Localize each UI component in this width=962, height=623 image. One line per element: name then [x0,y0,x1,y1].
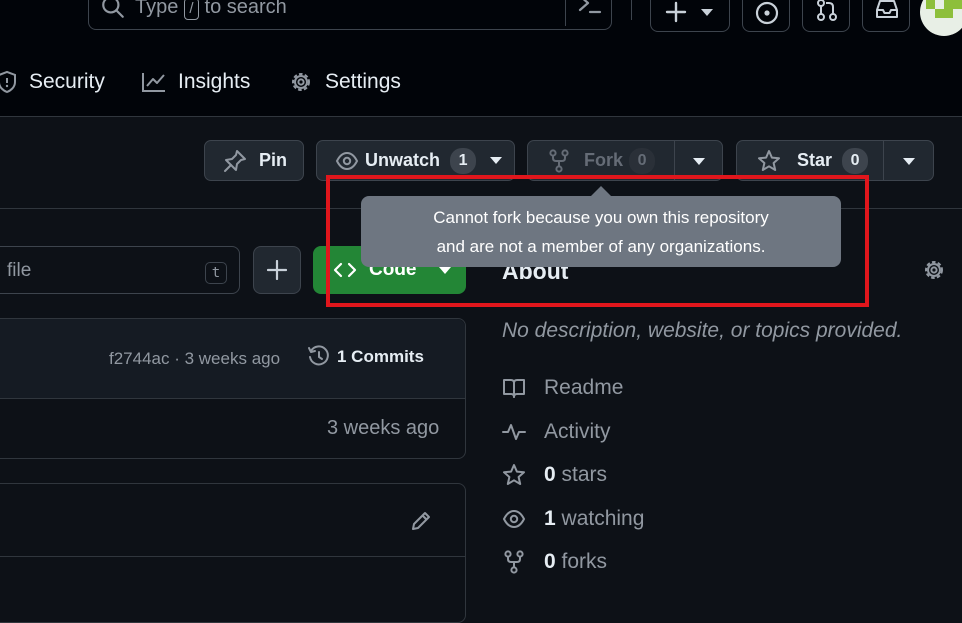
readme-header-divider [0,556,465,557]
issue-icon [754,0,780,26]
tab-settings[interactable]: Settings [288,63,401,101]
tab-insights[interactable]: Insights [141,63,250,101]
watching-link[interactable]: 1 watching [502,507,644,531]
pin-button[interactable]: Pin [204,140,304,181]
eye-icon [502,509,526,529]
shortcut-key-badge: t [205,262,227,284]
forks-count: 0 [544,550,556,573]
search-placeholder: Type / to search [135,0,287,20]
tab-security-label: Security [29,70,105,93]
stars-label: stars [561,463,608,486]
search-suffix: to search [204,0,287,18]
chevron-down-icon [490,157,503,164]
add-file-button[interactable] [253,246,301,294]
commits-label: 1 Commits [337,347,424,366]
fork-label: Fork [584,150,624,170]
search-prefix: Type [135,0,179,18]
command-palette-icon[interactable] [577,0,603,16]
issues-button[interactable] [742,0,790,32]
pulse-icon [502,421,526,443]
forks-link[interactable]: 0 forks [502,550,607,574]
star-label: Star [797,150,833,170]
latest-commit-row: f2744ac · 3 weeks ago 1 Commits [0,319,465,399]
commit-info: f2744ac · 3 weeks ago [109,349,281,368]
file-row-time: 3 weeks ago [327,417,440,439]
star-split-divider [883,141,884,180]
inbox-button[interactable] [862,0,910,32]
go-to-file-input[interactable]: file t [0,246,240,294]
tab-security[interactable]: Security [0,63,105,101]
pin-icon [223,149,247,173]
tab-settings-label: Settings [325,70,401,93]
create-new-button[interactable] [650,0,730,32]
chevron-down-icon[interactable] [903,158,915,165]
search-shortcut-key: / [184,0,199,20]
fork-icon [548,148,570,173]
pull-request-icon [815,0,839,23]
watching-count: 1 [544,507,556,530]
about-description: No description, website, or topics provi… [502,319,903,342]
activity-label: Activity [544,420,611,443]
fork-icon [502,550,526,574]
chevron-down-icon [701,9,713,16]
book-icon [502,377,526,399]
go-to-file-placeholder: file [7,260,32,281]
shield-icon [0,70,18,94]
tab-insights-label: Insights [178,70,251,93]
plus-icon [665,1,687,23]
star-count: 0 [842,147,869,174]
watching-label: watching [561,507,645,530]
stars-count: 0 [544,463,556,486]
inbox-icon [874,0,900,20]
star-icon [502,463,526,487]
star-icon [757,149,781,173]
readme-link[interactable]: Readme [502,376,623,400]
graph-icon [141,71,167,93]
unwatch-label: Unwatch [365,150,441,170]
stars-link[interactable]: 0 stars [502,463,607,487]
eye-icon [335,151,359,171]
forks-label: forks [561,550,608,573]
pull-requests-button[interactable] [802,0,850,32]
pencil-icon[interactable] [409,509,433,533]
search-icon [100,0,126,20]
history-icon [307,345,331,369]
readme-panel [0,483,466,623]
search-divider [565,0,566,26]
plus-icon [267,260,287,280]
readme-label: Readme [544,376,624,399]
commits-link[interactable]: 1 Commits [307,345,424,369]
fork-count: 0 [629,147,656,174]
pin-label: Pin [259,150,288,170]
header-divider [631,0,632,20]
annotation-highlight-box [326,175,869,307]
watch-count: 1 [450,147,477,174]
activity-link[interactable]: Activity [502,420,611,444]
gear-icon [288,69,314,95]
gear-icon[interactable] [921,257,947,283]
file-list-panel: f2744ac · 3 weeks ago 1 Commits 3 weeks … [0,318,466,459]
chevron-down-icon[interactable] [693,158,705,165]
